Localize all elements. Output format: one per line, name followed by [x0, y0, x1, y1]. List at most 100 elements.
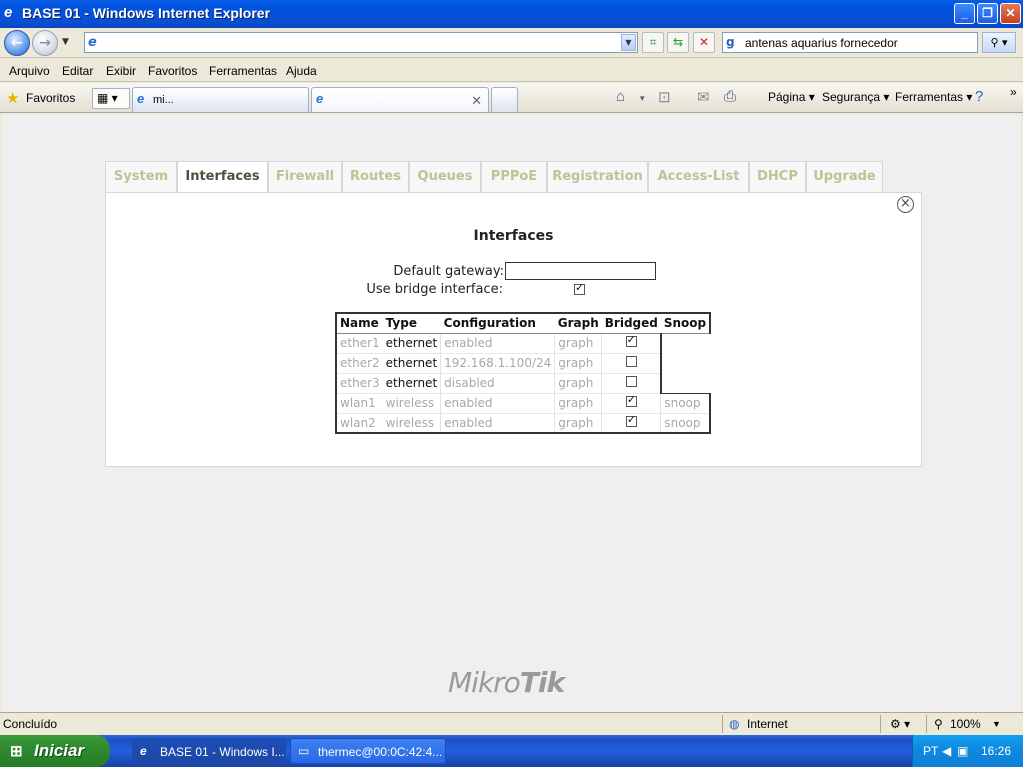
help-icon[interactable]: ? — [975, 88, 983, 105]
tab-system[interactable]: System — [105, 161, 177, 192]
menu-exibir[interactable]: Exibir — [106, 64, 136, 78]
zoom-dropdown[interactable]: ▼ — [992, 719, 1001, 729]
window-title-bar[interactable]: e BASE 01 - Windows Internet Explorer _ … — [0, 0, 1023, 28]
tab-routes[interactable]: Routes — [342, 161, 409, 192]
compatibility-view-button[interactable]: ⌗ — [642, 32, 664, 53]
use-bridge-label: Use bridge interface: — [366, 282, 503, 297]
interface-type: wireless — [382, 413, 441, 434]
protected-mode-icon[interactable]: ⚙ ▾ — [890, 717, 910, 731]
bridged-checkbox[interactable] — [625, 356, 637, 367]
snoop-link[interactable]: snoop — [660, 413, 712, 434]
bridged-checkbox[interactable] — [625, 413, 637, 427]
interface-type: ethernet — [382, 333, 441, 354]
use-bridge-checkbox[interactable] — [574, 281, 585, 295]
zoom-level[interactable]: 100% — [950, 717, 981, 731]
start-button[interactable]: ⊞ Iniciar — [0, 735, 110, 767]
tab-registration[interactable]: Registration — [547, 161, 648, 192]
menu-editar[interactable]: Editar — [62, 64, 93, 78]
page-icon: e — [88, 35, 97, 50]
minimize-button[interactable]: _ — [954, 3, 975, 24]
bridged-cell — [601, 373, 662, 394]
feeds-icon[interactable]: ⊡ — [658, 88, 671, 106]
interface-config-link[interactable]: disabled — [440, 373, 556, 394]
graph-link[interactable]: graph — [554, 373, 602, 394]
bridged-checkbox[interactable] — [625, 393, 637, 407]
tab-interfaces[interactable]: Interfaces — [177, 161, 268, 193]
interface-config-link[interactable]: enabled — [440, 413, 556, 434]
tab-pppoe[interactable]: PPPoE — [481, 161, 547, 192]
interface-config-link[interactable]: 192.168.1.100/24 — [440, 353, 556, 374]
interface-config-link[interactable]: enabled — [440, 393, 556, 414]
tools-menu[interactable]: Ferramentas ▾ — [895, 90, 972, 104]
page-menu[interactable]: Página ▾ — [768, 90, 815, 104]
snoop-cell — [660, 373, 711, 394]
tab-dhcp[interactable]: DHCP — [749, 161, 806, 192]
security-menu[interactable]: Segurança ▾ — [822, 90, 889, 104]
search-input[interactable]: g antenas aquarius fornecedor — [722, 32, 978, 53]
refresh-button[interactable]: ⇆ — [667, 32, 689, 53]
favorites-button[interactable]: Favoritos — [26, 91, 75, 105]
home-dropdown[interactable]: ▾ — [640, 93, 645, 104]
bridged-checkbox[interactable] — [625, 333, 637, 347]
clock[interactable]: 16:26 — [981, 744, 1011, 758]
interface-type: wireless — [382, 393, 441, 414]
tab-firewall[interactable]: Firewall — [268, 161, 342, 192]
globe-icon: ◍ — [729, 717, 740, 731]
menu-ajuda[interactable]: Ajuda — [286, 64, 317, 78]
close-tab-icon[interactable]: ✕ — [471, 93, 482, 109]
system-tray: PT ◀ ▣ 16:26 — [912, 735, 1023, 767]
interface-name-link[interactable]: wlan1 — [335, 393, 383, 414]
snoop-link[interactable]: snoop — [660, 393, 712, 414]
recent-pages-dropdown[interactable]: ▼ — [62, 37, 69, 47]
forward-button[interactable]: → — [32, 30, 58, 56]
tray-expand-icon[interactable]: ◀ — [942, 744, 951, 758]
google-icon: g — [726, 35, 735, 49]
interface-name-link[interactable]: ether1 — [335, 333, 383, 354]
more-commands[interactable]: » — [1010, 85, 1017, 99]
address-input[interactable]: e ▼ — [84, 32, 638, 53]
header-configuration: Configuration — [440, 312, 555, 334]
new-tab-button[interactable] — [491, 87, 518, 112]
interface-name-link[interactable]: ether2 — [335, 353, 383, 374]
taskbar: ⊞ Iniciar e BASE 01 - Windows I... ▭ the… — [0, 735, 1023, 767]
address-dropdown-button[interactable]: ▼ — [621, 34, 636, 51]
menu-ferramentas[interactable]: Ferramentas — [209, 64, 277, 78]
interface-name-link[interactable]: ether3 — [335, 373, 383, 394]
search-button[interactable]: ⚲ ▾ — [982, 32, 1016, 53]
close-panel-icon[interactable]: × — [897, 196, 914, 213]
print-icon[interactable]: ⎙ — [724, 88, 736, 105]
menu-arquivo[interactable]: Arquivo — [9, 64, 50, 78]
status-bar: Concluído ◍ Internet ⚙ ▾ ⚲ 100% ▼ — [0, 712, 1023, 734]
network-icon[interactable]: ▣ — [957, 744, 968, 758]
graph-link[interactable]: graph — [554, 413, 602, 434]
browser-tab-1[interactable]: e mi... — [132, 87, 309, 112]
snoop-cell — [661, 333, 710, 353]
default-gateway-input[interactable] — [505, 262, 656, 280]
start-label: Iniciar — [34, 741, 85, 760]
close-window-button[interactable]: ✕ — [1000, 3, 1021, 24]
menu-favoritos[interactable]: Favoritos — [148, 64, 197, 78]
task-ie-window[interactable]: e BASE 01 - Windows I... — [132, 738, 286, 764]
stop-button[interactable]: ✕ — [693, 32, 715, 53]
tab-queues[interactable]: Queues — [409, 161, 481, 192]
interface-config-link[interactable]: enabled — [440, 333, 556, 354]
bridged-cell — [601, 393, 662, 414]
graph-link[interactable]: graph — [554, 393, 602, 414]
bridged-checkbox[interactable] — [625, 376, 637, 387]
language-indicator[interactable]: PT — [923, 744, 938, 758]
restore-button[interactable]: ❐ — [977, 3, 998, 24]
interface-name-link[interactable]: wlan2 — [335, 413, 383, 434]
zoom-icon: ⚲ — [934, 717, 943, 731]
quick-tabs-button[interactable]: ▦ ▾ — [92, 88, 130, 109]
home-icon[interactable]: ⌂ — [616, 88, 625, 105]
task-terminal-window[interactable]: ▭ thermec@00:0C:42:4... — [290, 738, 446, 764]
back-button[interactable]: ← — [4, 30, 30, 56]
bridged-cell — [601, 353, 662, 374]
tab-upgrade[interactable]: Upgrade — [806, 161, 883, 192]
mail-icon[interactable]: ✉ — [697, 88, 710, 106]
tab-access-list[interactable]: Access-List — [648, 161, 749, 192]
status-text: Concluído — [3, 717, 58, 731]
graph-link[interactable]: graph — [554, 333, 602, 354]
browser-tab-2[interactable]: e ✕ — [311, 87, 489, 112]
graph-link[interactable]: graph — [554, 353, 602, 374]
